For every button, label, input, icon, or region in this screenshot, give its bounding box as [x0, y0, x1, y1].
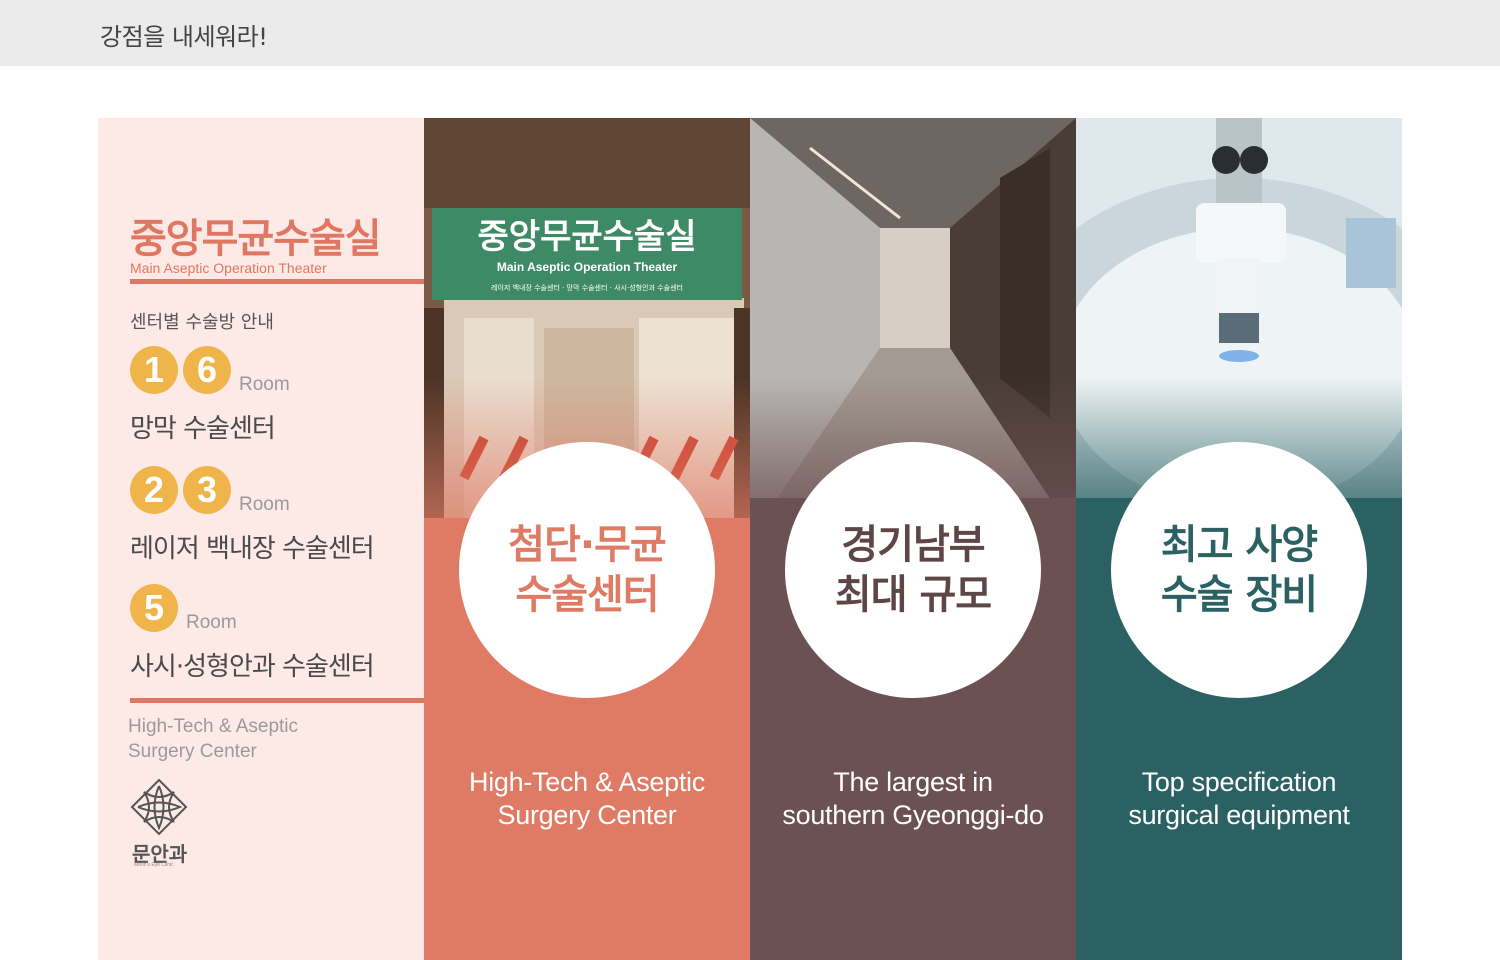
header-title: 강점을 내세워라!: [100, 23, 268, 51]
caption-line: High-Tech & Aseptic: [469, 767, 705, 797]
sign-title: 중앙무균수술실: [478, 217, 697, 257]
circle-text-line: 수술센터: [515, 572, 659, 618]
circle-text-line: 최대 규모: [834, 572, 992, 618]
feature-caption: The largest in southern Gyeonggi-do: [750, 766, 1076, 832]
room-row-strabismus: 5 Room: [130, 584, 237, 633]
caption-line: Top specification: [1141, 767, 1337, 797]
room-number-badge: 1: [130, 346, 178, 394]
room-number-badge: 3: [183, 466, 231, 514]
circle-text-line: 최고 사양: [1160, 522, 1318, 568]
room-number-badge: 2: [130, 466, 178, 514]
info-title: 중앙무균수술실: [130, 216, 382, 262]
sign-subtitle: Main Aseptic Operation Theater: [497, 260, 678, 274]
caption-line: southern Gyeonggi-do: [782, 800, 1044, 830]
feature-panel-equipment: 최고 사양 수술 장비 Top specification surgical e…: [1076, 118, 1402, 960]
room-label: Room: [239, 374, 290, 395]
feature-panel-largest: 경기남부 최대 규모 The largest in southern Gyeon…: [750, 118, 1076, 960]
info-footer: High-Tech & Aseptic Surgery Center: [128, 714, 298, 764]
feature-panel-aseptic: 중앙무균수술실 Main Aseptic Operation Theater 레…: [424, 118, 750, 960]
divider: [130, 279, 424, 284]
header-bar: 강점을 내세워라!: [0, 0, 1500, 66]
guide-label: 센터별 수술방 안내: [130, 312, 274, 333]
circle-text-line: 경기남부: [841, 522, 985, 568]
info-footer-line: Surgery Center: [128, 741, 257, 762]
clinic-logo-subtext: Moon's Eye Clinic: [134, 862, 174, 868]
info-footer-line: High-Tech & Aseptic: [128, 716, 299, 737]
center-name-cataract: 레이저 백내장 수술센터: [130, 534, 375, 564]
center-name-retina: 망막 수술센터: [130, 414, 276, 444]
clinic-logo-icon: [130, 778, 188, 836]
sign-small-text: 레이저 백내장 수술센터 · 망막 수술센터 · 사시·성형안과 수술센터: [491, 283, 683, 292]
feature-circle: 경기남부 최대 규모: [785, 442, 1041, 698]
feature-circle: 최고 사양 수술 장비: [1111, 442, 1367, 698]
circle-text-line: 수술 장비: [1160, 572, 1318, 618]
room-row-cataract: 2 3 Room: [130, 466, 290, 515]
room-number-badge: 6: [183, 346, 231, 394]
divider: [130, 698, 424, 703]
room-label: Room: [186, 612, 237, 633]
caption-line: The largest in: [833, 767, 993, 797]
circle-text-line: 첨단·무균: [508, 522, 666, 568]
feature-circle: 첨단·무균 수술센터: [459, 442, 715, 698]
info-panel: 중앙무균수술실 Main Aseptic Operation Theater 센…: [98, 118, 424, 960]
caption-line: Surgery Center: [497, 800, 677, 830]
room-label: Room: [239, 494, 290, 515]
info-subtitle: Main Aseptic Operation Theater: [130, 260, 327, 276]
caption-line: surgical equipment: [1128, 800, 1350, 830]
feature-caption: High-Tech & Aseptic Surgery Center: [424, 766, 750, 832]
feature-caption: Top specification surgical equipment: [1076, 766, 1402, 832]
room-row-retina: 1 6 Room: [130, 346, 290, 395]
center-name-strabismus: 사시·성형안과 수술센터: [130, 652, 375, 682]
room-number-badge: 5: [130, 584, 178, 632]
